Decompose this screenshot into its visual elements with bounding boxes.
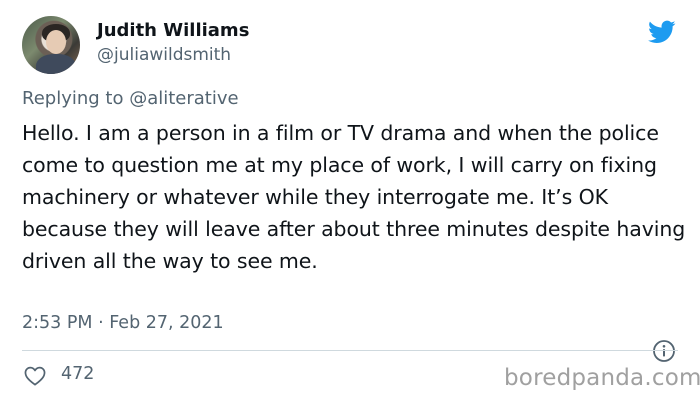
heart-icon[interactable] [24, 366, 46, 386]
watermark: boredpanda.com [504, 365, 700, 391]
replying-to[interactable]: Replying to @aliterative [22, 88, 239, 109]
twitter-bird-icon[interactable] [646, 18, 678, 46]
author-name[interactable]: Judith Williams [97, 20, 249, 41]
author-handle[interactable]: @juliawildsmith [97, 45, 231, 65]
tweet-timestamp[interactable]: 2:53 PM · Feb 27, 2021 [22, 313, 224, 333]
tweet-text: Hello. I am a person in a film or TV dra… [22, 121, 686, 273]
avatar-body-shape [36, 54, 76, 74]
like-count: 472 [61, 364, 95, 384]
avatar-face-shape [46, 30, 66, 54]
info-icon[interactable] [652, 339, 676, 363]
divider [22, 350, 678, 351]
avatar[interactable] [22, 16, 80, 74]
